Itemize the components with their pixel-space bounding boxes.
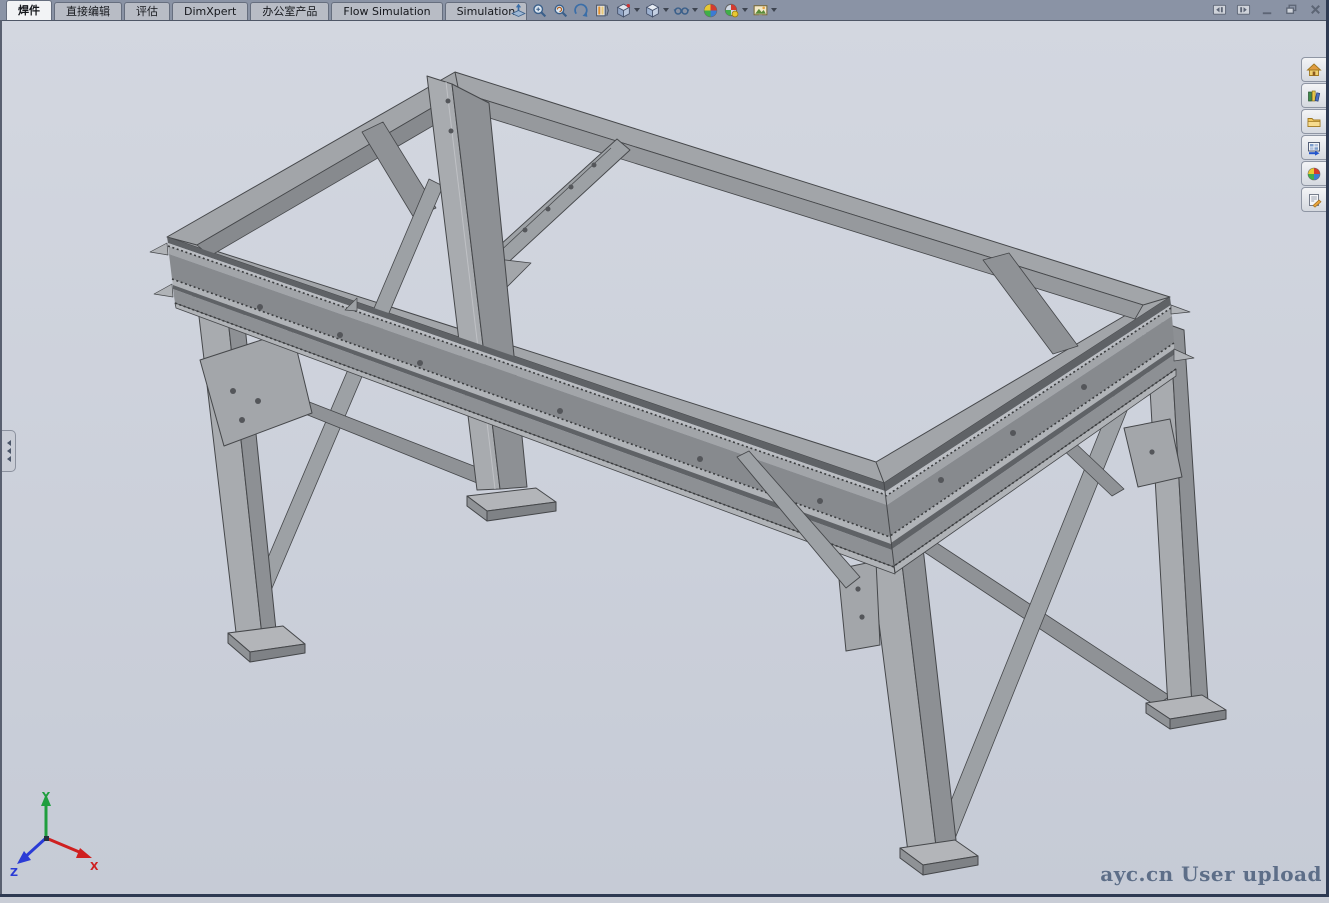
front-right-rail: [884, 297, 1194, 573]
minimize-button[interactable]: [1260, 2, 1275, 17]
dropdown-arrow-icon[interactable]: [634, 8, 640, 12]
edit-appearance-button[interactable]: [702, 2, 719, 19]
tab-evaluate[interactable]: 评估: [124, 2, 170, 20]
status-strip: [0, 897, 1329, 903]
previous-document-button[interactable]: [1212, 2, 1227, 17]
right-rear-leg: [1124, 318, 1226, 729]
collapse-arrow-icon: [7, 456, 11, 462]
viewport-3d[interactable]: Y X Z ayc.cn User upload: [2, 21, 1326, 894]
watermark-text: ayc.cn User upload: [1100, 862, 1322, 886]
dropdown-arrow-icon[interactable]: [771, 8, 777, 12]
custom-properties-icon: [1306, 192, 1322, 208]
zoom-to-fit-button[interactable]: [510, 2, 527, 19]
front-leg: [838, 505, 978, 875]
hide-show-items-icon: [673, 2, 690, 19]
zoom-to-fit-icon: [510, 2, 527, 19]
axis-z-label: Z: [10, 866, 18, 879]
heads-up-view-toolbar: [508, 0, 779, 20]
back-leg: [427, 76, 556, 521]
previous-view-icon: [552, 2, 569, 19]
featuremanager-flyout-collapsed[interactable]: [2, 430, 16, 472]
taskpane-tab-solidworks-resources[interactable]: [1301, 57, 1326, 82]
minimize-icon: [1260, 2, 1275, 17]
hide-show-items-button[interactable]: [673, 2, 698, 19]
left-cross-brace: [243, 179, 502, 607]
solidworks-window: Y X Z ayc.cn User upload 焊件直接编辑评估DimXper…: [0, 0, 1329, 903]
taskpane-tab-design-library[interactable]: [1301, 83, 1326, 108]
zoom-to-area-button[interactable]: [531, 2, 548, 19]
top-frame-ring: [167, 72, 1170, 483]
front-left-rail: [150, 237, 895, 574]
section-view-button[interactable]: [594, 2, 611, 19]
restore-button[interactable]: [1284, 2, 1299, 17]
design-library-icon: [1306, 88, 1322, 104]
window-controls: [1212, 2, 1323, 17]
rotate-view-icon: [573, 2, 590, 19]
home-icon: [1306, 62, 1322, 78]
rear-knee-braces: [362, 122, 1078, 354]
taskpane-tab-view-palette[interactable]: [1301, 135, 1326, 160]
view-palette-icon: [1306, 140, 1322, 156]
right-cross-brace: [873, 334, 1170, 851]
command-manager-bar: 焊件直接编辑评估DimXpert办公室产品Flow SimulationSimu…: [0, 0, 1329, 21]
apply-scene-icon: [723, 2, 740, 19]
file-explorer-icon: [1306, 114, 1322, 130]
appearances-icon: [1306, 166, 1322, 182]
tab-dimxpert[interactable]: DimXpert: [172, 2, 248, 20]
close-button[interactable]: [1308, 2, 1323, 17]
coordinate-triad: Y X Z: [8, 788, 100, 880]
display-style-icon: [644, 2, 661, 19]
view-settings-icon: [752, 2, 769, 19]
dropdown-arrow-icon[interactable]: [692, 8, 698, 12]
view-orientation-button[interactable]: [615, 2, 640, 19]
task-pane-tabs: [1301, 57, 1326, 212]
next-doc-icon: [1236, 2, 1251, 17]
edit-appearance-icon: [702, 2, 719, 19]
axis-y-label: Y: [41, 790, 51, 803]
apply-scene-button[interactable]: [723, 2, 748, 19]
axis-x-label: X: [90, 860, 99, 873]
restore-icon: [1284, 2, 1299, 17]
next-document-button[interactable]: [1236, 2, 1251, 17]
section-view-icon: [594, 2, 611, 19]
tab-weldment[interactable]: 焊件: [6, 0, 52, 20]
command-manager-tabs: 焊件直接编辑评估DimXpert办公室产品Flow SimulationSimu…: [6, 1, 529, 20]
display-style-button[interactable]: [644, 2, 669, 19]
view-orientation-icon: [615, 2, 632, 19]
rotate-view-button[interactable]: [573, 2, 590, 19]
dropdown-arrow-icon[interactable]: [663, 8, 669, 12]
taskpane-tab-file-explorer[interactable]: [1301, 109, 1326, 134]
close-icon: [1308, 2, 1323, 17]
drilled-bracket-strip: [478, 139, 630, 288]
taskpane-tab-appearances-scenes[interactable]: [1301, 161, 1326, 186]
front-knee-brace: [345, 298, 860, 588]
window-left-border: [0, 20, 2, 903]
tab-office-products[interactable]: 办公室产品: [250, 2, 329, 20]
tab-flow-simulation[interactable]: Flow Simulation: [331, 2, 442, 20]
dropdown-arrow-icon[interactable]: [742, 8, 748, 12]
view-settings-button[interactable]: [752, 2, 777, 19]
zoom-to-area-icon: [531, 2, 548, 19]
prev-doc-icon: [1212, 2, 1227, 17]
tab-direct-editing[interactable]: 直接编辑: [54, 2, 122, 20]
collapse-arrow-icon: [7, 440, 11, 446]
front-left-leg: [188, 281, 312, 662]
previous-view-button[interactable]: [552, 2, 569, 19]
taskpane-tab-custom-properties[interactable]: [1301, 187, 1326, 212]
collapse-arrow-icon: [7, 448, 11, 454]
weldment-model: [0, 0, 1329, 903]
